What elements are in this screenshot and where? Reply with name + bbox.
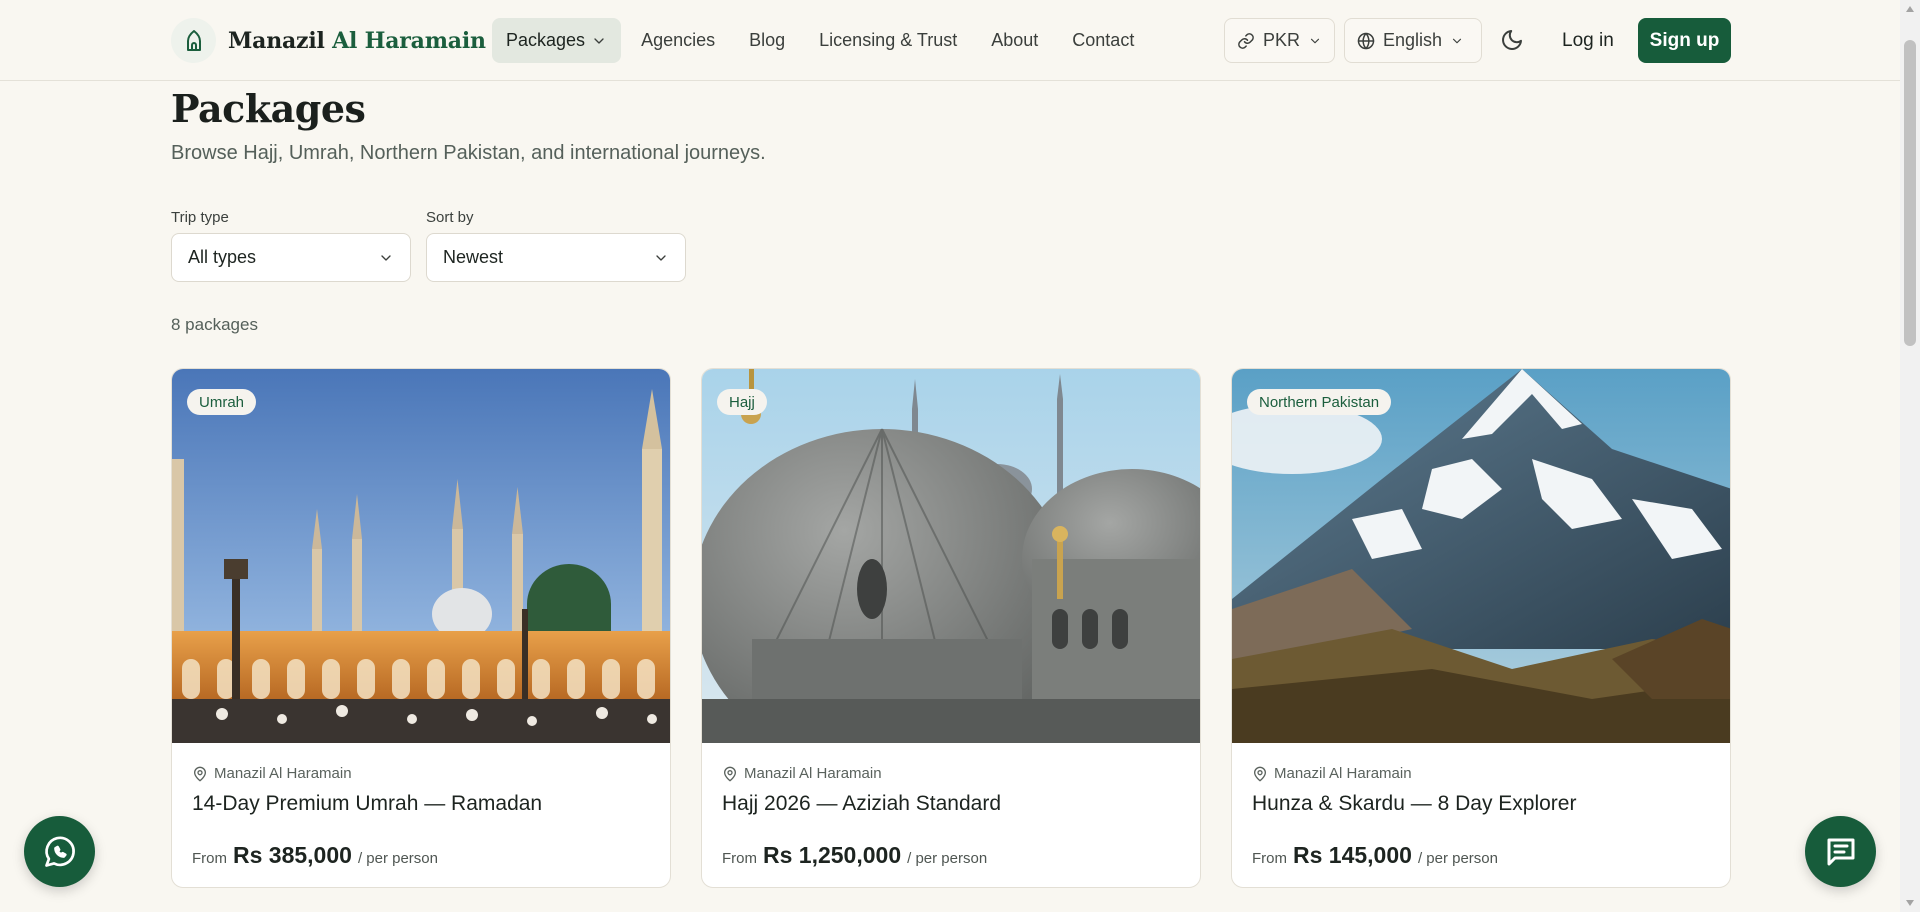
nav-packages-label: Packages: [506, 30, 586, 50]
page-title: Packages: [171, 86, 366, 131]
package-card[interactable]: Umrah Manazil Al Haramain 14-Day Premium…: [171, 368, 671, 888]
main-nav: Packages Agencies Blog Licensing & Trust…: [492, 18, 1148, 63]
trip-type-select[interactable]: All types: [171, 233, 411, 282]
trip-type-badge: Northern Pakistan: [1247, 389, 1392, 415]
scroll-down-arrow-icon[interactable]: [1905, 898, 1915, 908]
mosque-icon: [171, 18, 216, 63]
package-title[interactable]: Hunza & Skardu — 8 Day Explorer: [1252, 792, 1710, 816]
package-card-body: Manazil Al Haramain 14-Day Premium Umrah…: [192, 765, 650, 869]
price-unit: / per person: [357, 850, 438, 867]
package-title[interactable]: 14-Day Premium Umrah — Ramadan: [192, 792, 650, 816]
signup-button[interactable]: Sign up: [1638, 18, 1731, 63]
page-scrollbar[interactable]: [1900, 0, 1920, 912]
moon-icon[interactable]: [1500, 28, 1524, 52]
nav-about[interactable]: About: [977, 18, 1052, 63]
scroll-up-arrow-icon[interactable]: [1905, 4, 1915, 14]
chat-icon: [1827, 838, 1854, 865]
results-count: 8 packages: [171, 315, 258, 334]
scrollbar-thumb[interactable]: [1904, 40, 1916, 346]
chevron-down-icon: [1452, 38, 1462, 43]
link-icon: [1238, 32, 1254, 49]
site-header: Manazil Al Haramain Packages Agencies Bl…: [0, 0, 1900, 81]
package-image-mountain: [1232, 369, 1730, 743]
login-button[interactable]: Log in: [1562, 30, 1614, 52]
brand-name-primary: Manazil: [228, 27, 325, 54]
package-image-mosque: [172, 369, 670, 743]
map-pin-icon: [724, 766, 736, 781]
agency-line: Manazil Al Haramain: [1252, 765, 1710, 782]
sort-by-label: Sort by: [426, 209, 474, 226]
package-price: From Rs 145,000 / per person: [1252, 842, 1710, 869]
trip-type-value: All types: [188, 247, 257, 267]
package-card[interactable]: Northern Pakistan Manazil Al Haramain Hu…: [1231, 368, 1731, 888]
price-unit: / per person: [1417, 850, 1498, 867]
sort-by-value: Newest: [443, 247, 504, 267]
currency-selector[interactable]: PKR: [1224, 18, 1335, 63]
page-subtitle: Browse Hajj, Umrah, Northern Pakistan, a…: [171, 142, 766, 164]
price-value: Rs 385,000: [233, 842, 352, 868]
nav-contact[interactable]: Contact: [1058, 18, 1148, 63]
map-pin-icon: [1254, 766, 1266, 781]
chevron-down-icon: [381, 254, 391, 261]
nav-blog[interactable]: Blog: [735, 18, 799, 63]
chevron-down-icon: [1310, 38, 1320, 43]
currency-value: PKR: [1262, 30, 1300, 50]
brand-logo[interactable]: Manazil Al Haramain: [171, 18, 486, 63]
package-card-body: Manazil Al Haramain Hunza & Skardu — 8 D…: [1252, 765, 1710, 869]
package-image-domes: [702, 369, 1200, 743]
package-price: From Rs 1,250,000 / per person: [722, 842, 1180, 869]
sort-by-select[interactable]: Newest: [426, 233, 686, 282]
agency-line: Manazil Al Haramain: [192, 765, 650, 782]
nav-agencies[interactable]: Agencies: [627, 18, 729, 63]
language-selector[interactable]: English: [1344, 18, 1482, 63]
price-value: Rs 145,000: [1293, 842, 1412, 868]
brand-name: Manazil Al Haramain: [228, 28, 486, 54]
chat-button[interactable]: [1805, 816, 1876, 887]
brand-name-accent: Al Haramain: [332, 27, 486, 54]
chevron-down-icon: [594, 37, 604, 44]
price-unit: / per person: [907, 850, 988, 867]
price-from-label: From: [192, 850, 227, 867]
language-value: English: [1383, 30, 1443, 50]
price-value: Rs 1,250,000: [763, 842, 902, 868]
trip-type-badge: Hajj: [717, 389, 767, 415]
package-card-body: Manazil Al Haramain Hajj 2026 — Aziziah …: [722, 765, 1180, 869]
agency-name: Manazil Al Haramain: [744, 765, 882, 782]
agency-line: Manazil Al Haramain: [722, 765, 1180, 782]
trip-type-label: Trip type: [171, 209, 229, 226]
trip-type-badge: Umrah: [187, 389, 257, 415]
agency-name: Manazil Al Haramain: [214, 765, 352, 782]
nav-packages[interactable]: Packages: [492, 18, 622, 63]
package-price: From Rs 385,000 / per person: [192, 842, 650, 869]
price-from-label: From: [1252, 850, 1287, 867]
price-from-label: From: [722, 850, 757, 867]
agency-name: Manazil Al Haramain: [1274, 765, 1412, 782]
globe-icon: [1357, 32, 1375, 49]
whatsapp-icon: [44, 836, 75, 867]
map-pin-icon: [194, 766, 206, 781]
package-card[interactable]: Hajj Manazil Al Haramain Hajj 2026 — Azi…: [701, 368, 1201, 888]
package-title[interactable]: Hajj 2026 — Aziziah Standard: [722, 792, 1180, 816]
chevron-down-icon: [656, 254, 666, 261]
whatsapp-button[interactable]: [24, 816, 95, 887]
nav-licensing-trust[interactable]: Licensing & Trust: [805, 18, 971, 63]
